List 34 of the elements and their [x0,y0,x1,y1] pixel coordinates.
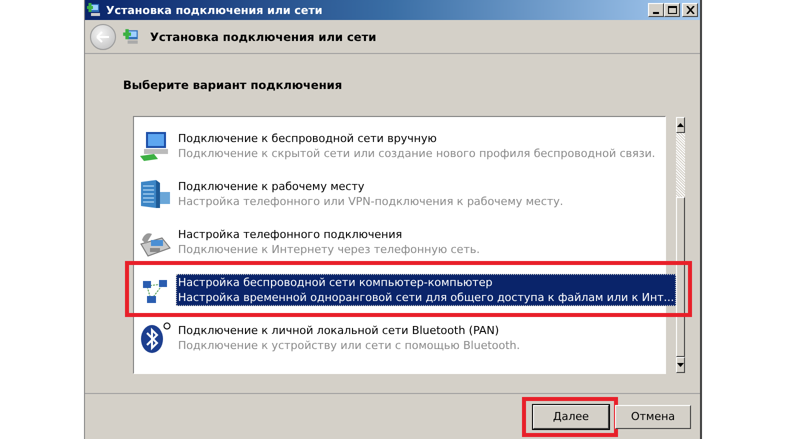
option-title: Настройка телефонного подключения [178,227,404,242]
scroll-down-icon [677,363,684,367]
office-building-icon [138,178,172,210]
option-title: Подключение к беспроводной сети вручную [178,131,438,146]
network-icon [122,28,140,46]
dialog-button[interactable]: Отмена [615,404,691,428]
scrollbar[interactable] [676,117,686,373]
bluetooth-icon [138,322,172,354]
connection-option[interactable]: Настройка телефонного подключения Подключение к Интернету через телефонную сеть. [134,223,676,261]
maximize-icon [668,6,676,14]
back-arrow-icon [96,30,110,42]
option-title: Подключение к рабочему месту [178,179,366,194]
option-description: Настройка временной одноранговой сети для общего доступа к файлам или к Инт... [178,290,674,305]
option-title: Настройка беспроводной сети компьютер-компьютер [178,275,494,290]
option-title: Подключение к личной локальной сети Bluetooth (PAN) [178,323,500,338]
connection-option[interactable]: Подключение к личной локальной сети Bluetooth (PAN) Подключение к устройству или сети с помощью Bluetooth. [134,319,676,357]
wizard-title: Установка подключения или сети [150,30,376,44]
connection-option[interactable]: Подключение к рабочему месту Настройка телефонного или VPN-подключения к рабочему месту. [134,175,676,213]
option-description: Подключение к скрытой сети или создание нового профиля беспроводной связи. [178,146,656,161]
option-description: Настройка телефонного или VPN-подключения к рабочему месту. [178,194,564,209]
network-icon [87,2,103,18]
connection-option[interactable]: Подключение к беспроводной сети вручную Подключение к скрытой сети или создание нового профиля беспроводной связи. [134,127,676,165]
close-icon [686,6,694,14]
dialog-button[interactable]: Далее [533,404,609,428]
back-button[interactable] [90,24,116,50]
scroll-thumb[interactable] [676,197,686,357]
section-heading: Выберите вариант подключения [123,78,342,92]
window-title: Установка подключения или сети [106,4,324,16]
scroll-up-icon [677,123,684,127]
close-button[interactable] [682,3,698,17]
maximize-button[interactable] [664,3,680,17]
minimize-button[interactable] [648,3,664,17]
option-description: Подключение к устройству или сети с помощью Bluetooth. [178,338,520,353]
option-description: Подключение к Интернету через телефонную сеть. [178,242,480,257]
